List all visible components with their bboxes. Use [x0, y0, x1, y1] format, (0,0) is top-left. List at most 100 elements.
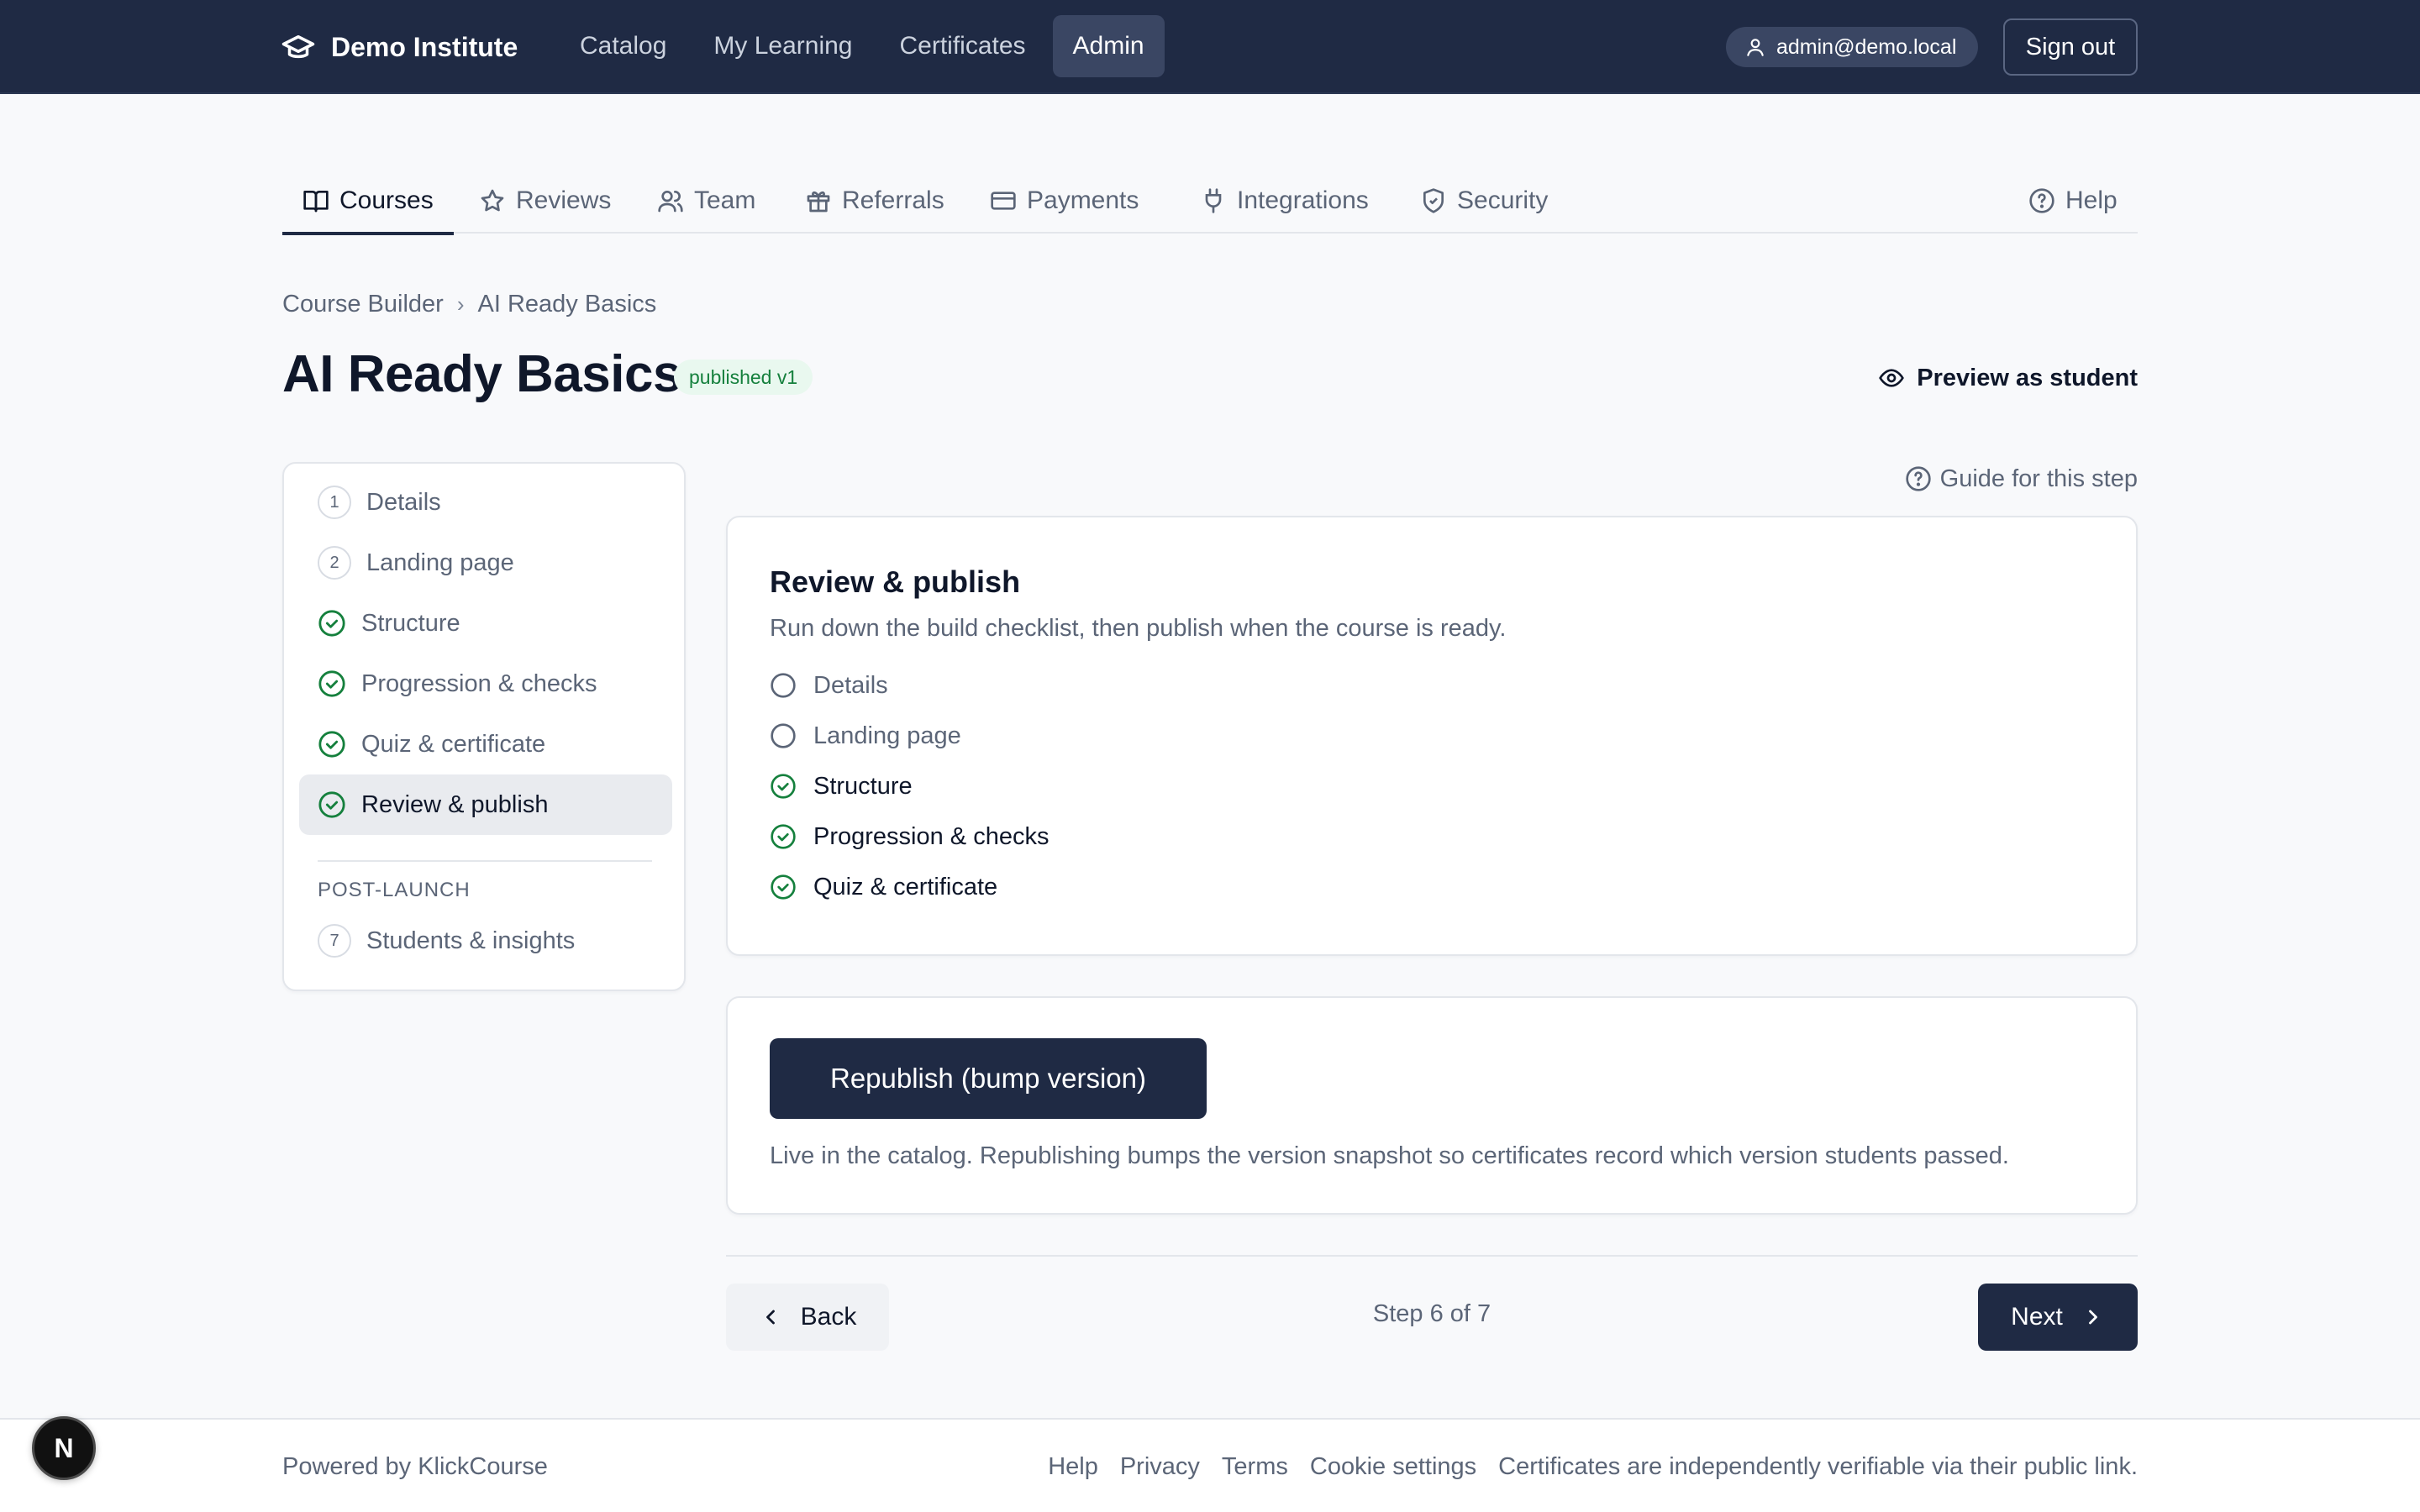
status-badge: published v1 — [674, 360, 813, 395]
help-label: Help — [2065, 186, 2118, 214]
breadcrumb-course-builder[interactable]: Course Builder — [282, 291, 444, 318]
step-indicator: Step 6 of 7 — [1372, 1300, 1491, 1327]
footer-link-privacy[interactable]: Privacy — [1120, 1453, 1200, 1481]
chevron-right-icon: › — [456, 291, 465, 317]
tab-referrals[interactable]: Referrals — [785, 168, 965, 234]
nav-certificates[interactable]: Certificates — [880, 15, 1046, 77]
tab-label: Integrations — [1237, 186, 1369, 214]
post-launch-heading: POST-LAUNCH — [318, 879, 471, 901]
card-title: Review & publish — [770, 564, 1021, 599]
tab-security[interactable]: Security — [1400, 168, 1568, 234]
empty-circle-icon — [770, 672, 797, 699]
preview-label: Preview as student — [1917, 364, 2138, 391]
step-structure[interactable]: Structure — [299, 593, 672, 654]
page-title: AI Ready Basics — [282, 345, 681, 403]
powered-by: Powered by KlickCourse — [282, 1453, 548, 1480]
step-progression-checks[interactable]: Progression & checks — [299, 654, 672, 714]
checklist-label: Progression & checks — [813, 822, 1050, 850]
help-circle-icon — [1905, 465, 1932, 492]
next-button[interactable]: Next — [1978, 1284, 2138, 1351]
admin-section-tabs: Courses Reviews Team Referrals Payments … — [282, 168, 2138, 235]
step-number: 7 — [318, 924, 351, 958]
step-label: Students & insights — [366, 927, 576, 954]
checklist-label: Details — [813, 671, 888, 699]
footer-link-cookie-settings[interactable]: Cookie settings — [1310, 1453, 1476, 1481]
dev-tools-badge[interactable]: N — [32, 1416, 96, 1480]
brand-logo-link[interactable]: Demo Institute — [281, 0, 518, 94]
checklist-item: Landing page — [770, 719, 1442, 753]
tab-label: Reviews — [516, 186, 612, 214]
user-email: admin@demo.local — [1776, 34, 1957, 59]
users-icon — [657, 187, 684, 214]
help-link[interactable]: Help — [2008, 168, 2138, 234]
step-students-insights[interactable]: 7 Students & insights — [299, 911, 672, 971]
check-circle-icon — [318, 669, 346, 698]
republish-button[interactable]: Republish (bump version) — [770, 1038, 1207, 1119]
tab-payments[interactable]: Payments — [970, 168, 1159, 234]
review-publish-card: Review & publish Run down the build chec… — [726, 516, 2138, 956]
stepper-divider — [318, 860, 652, 862]
top-navigation-bar: Demo Institute Catalog My Learning Certi… — [0, 0, 2420, 94]
nav-admin[interactable]: Admin — [1052, 15, 1165, 77]
nav-my-learning[interactable]: My Learning — [693, 15, 872, 77]
checklist-label: Structure — [813, 772, 913, 800]
tab-reviews[interactable]: Reviews — [459, 168, 631, 234]
checklist-item: Structure — [770, 769, 1442, 803]
step-label: Details — [366, 488, 441, 516]
help-circle-icon — [2028, 187, 2055, 214]
step-review-publish[interactable]: Review & publish — [299, 774, 672, 835]
step-label: Review & publish — [361, 790, 549, 818]
star-icon — [479, 187, 506, 214]
gift-icon — [805, 187, 832, 214]
brand-name: Demo Institute — [331, 31, 518, 62]
tab-team[interactable]: Team — [637, 168, 776, 234]
back-button[interactable]: Back — [726, 1284, 889, 1351]
back-label: Back — [800, 1303, 857, 1331]
tab-courses[interactable]: Courses — [282, 168, 454, 235]
guide-label: Guide for this step — [1939, 465, 2138, 492]
main-nav: Catalog My Learning Certificates Admin — [560, 15, 1165, 77]
publish-note: Live in the catalog. Republishing bumps … — [770, 1142, 2009, 1169]
tab-label: Security — [1457, 186, 1549, 214]
step-quiz-certificate[interactable]: Quiz & certificate — [299, 714, 672, 774]
card-description: Run down the build checklist, then publi… — [770, 615, 1507, 642]
page-footer: Powered by KlickCourse Help Privacy Term… — [0, 1418, 2420, 1512]
plug-icon — [1200, 187, 1227, 214]
shield-icon — [1420, 187, 1447, 214]
tab-label: Courses — [339, 186, 434, 214]
breadcrumb-current: AI Ready Basics — [477, 290, 657, 318]
step-label: Quiz & certificate — [361, 730, 546, 758]
footer-links: Help Privacy Terms Cookie settings Certi… — [1048, 1453, 2138, 1481]
checklist-label: Landing page — [813, 722, 961, 749]
course-builder-stepper: 1 Details 2 Landing page Structure Progr… — [282, 462, 686, 991]
checklist-item: Quiz & certificate — [770, 870, 1442, 904]
step-number: 1 — [318, 486, 351, 519]
checklist-item: Progression & checks — [770, 820, 1442, 853]
chevron-left-icon — [759, 1305, 782, 1329]
step-landing-page[interactable]: 2 Landing page — [299, 533, 672, 593]
footer-link-terms[interactable]: Terms — [1222, 1453, 1288, 1481]
wizard-divider — [726, 1255, 2138, 1257]
check-circle-icon — [318, 609, 346, 638]
preview-as-student-link[interactable]: Preview as student — [1878, 361, 2138, 395]
step-label: Landing page — [366, 549, 514, 576]
check-circle-icon — [770, 823, 797, 850]
checklist-item: Details — [770, 669, 1442, 702]
empty-circle-icon — [770, 722, 797, 749]
user-account-pill[interactable]: admin@demo.local — [1726, 27, 1979, 67]
check-circle-icon — [770, 773, 797, 800]
nav-catalog[interactable]: Catalog — [560, 15, 687, 77]
guide-for-step-link[interactable]: Guide for this step — [1905, 462, 2138, 496]
check-circle-icon — [770, 874, 797, 900]
sign-out-button[interactable]: Sign out — [2003, 18, 2138, 76]
check-circle-icon — [318, 730, 346, 759]
tab-label: Payments — [1027, 186, 1139, 214]
credit-card-icon — [990, 187, 1017, 214]
step-number: 2 — [318, 546, 351, 580]
step-label: Progression & checks — [361, 669, 597, 697]
footer-link-help[interactable]: Help — [1048, 1453, 1098, 1481]
graduation-cap-icon — [281, 29, 316, 65]
tab-integrations[interactable]: Integrations — [1180, 168, 1389, 234]
breadcrumb: Course Builder › AI Ready Basics — [282, 289, 656, 319]
step-details[interactable]: 1 Details — [299, 472, 672, 533]
